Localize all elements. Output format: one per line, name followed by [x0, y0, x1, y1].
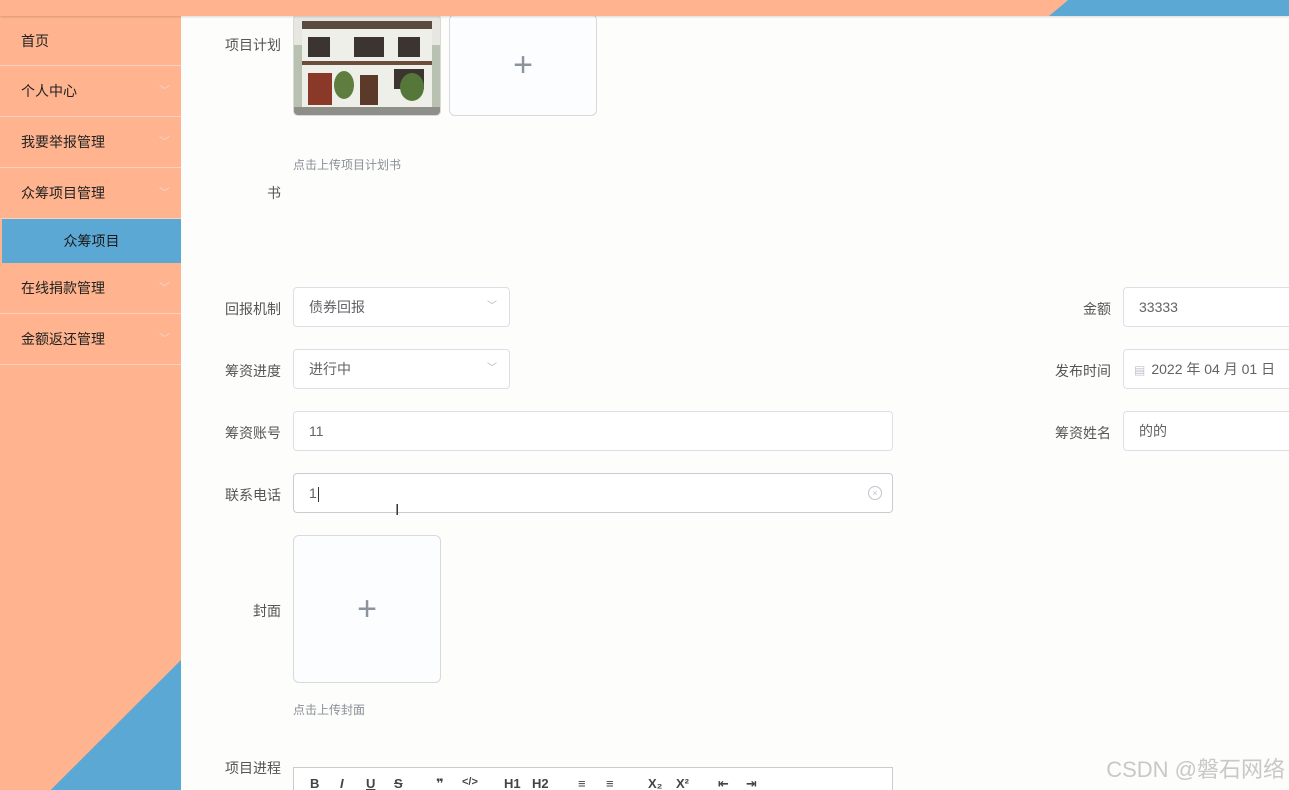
clear-icon[interactable]: × [868, 486, 882, 500]
fund-name-input[interactable]: 的的 [1123, 411, 1289, 451]
sidebar-item-label: 我要举报管理 [21, 134, 105, 150]
sidebar-item-donation[interactable]: 在线捐款管理 ﹀ [0, 263, 181, 314]
plan-label-continued: 书 [267, 185, 281, 201]
sidebar-item-label: 首页 [21, 33, 49, 49]
sidebar-item-home[interactable]: 首页 [0, 16, 181, 66]
account-label: 筹资账号 [225, 425, 281, 441]
process-label: 项目进程 [225, 760, 281, 776]
plan-image-thumbnail[interactable] [293, 14, 441, 116]
publish-time-value: 2022 年 04 月 01 日 [1151, 361, 1276, 377]
sidebar-item-crowdfunding[interactable]: 众筹项目管理 ﹀ [0, 168, 181, 219]
mouse-cursor-ibeam-icon: I [395, 502, 400, 519]
italic-button[interactable]: I [340, 776, 344, 790]
sidebar-subitem-crowdfunding-project[interactable]: 众筹项目 [2, 219, 181, 263]
cover-upload-tip: 点击上传封面 [293, 703, 366, 717]
plan-upload-tip: 点击上传项目计划书 [293, 158, 402, 172]
publish-time-picker[interactable]: ▤ 2022 年 04 月 01 日 [1123, 349, 1289, 389]
chevron-down-icon: ﹀ [487, 301, 497, 312]
sidebar-item-label: 众筹项目 [63, 233, 120, 249]
sidebar-corner-decoration [50, 660, 181, 790]
chevron-down-icon: ﹀ [159, 187, 170, 199]
heading2-button[interactable]: H2 [532, 776, 549, 790]
amount-label: 金额 [1083, 301, 1111, 317]
phone-input-value: 1 [309, 485, 317, 501]
sidebar-item-label: 金额返还管理 [21, 331, 105, 347]
reward-label: 回报机制 [225, 301, 281, 317]
chevron-down-icon: ﹀ [159, 85, 170, 97]
sidebar-item-label: 在线捐款管理 [21, 280, 105, 296]
chevron-down-icon: ﹀ [487, 363, 497, 374]
strike-button[interactable]: S [394, 776, 403, 790]
account-input[interactable]: 11 [293, 411, 893, 451]
watermark: CSDN @磐石网络 [1106, 757, 1285, 782]
code-button[interactable]: </> [462, 776, 478, 788]
fund-name-label: 筹资姓名 [1055, 425, 1111, 441]
progress-select-value: 进行中 [309, 361, 351, 377]
cover-upload-button[interactable]: + [293, 535, 441, 683]
publish-time-label: 发布时间 [1055, 363, 1111, 379]
cover-label: 封面 [253, 603, 281, 619]
plus-icon: + [357, 589, 377, 628]
quote-button[interactable]: ❞ [436, 776, 444, 790]
heading1-button[interactable]: H1 [504, 776, 521, 790]
sidebar-item-report[interactable]: 我要举报管理 ﹀ [0, 117, 181, 168]
superscript-button[interactable]: X² [676, 776, 689, 790]
amount-input[interactable]: 33333 [1123, 287, 1289, 327]
sidebar-item-label: 众筹项目管理 [21, 185, 105, 201]
plan-label: 项目计划 [225, 37, 281, 53]
top-bar-accent [1049, 0, 1289, 16]
sidebar: 首页 个人中心 ﹀ 我要举报管理 ﹀ 众筹项目管理 ﹀ 众筹项目 在线捐款管理 ﹀ 金额… [0, 16, 181, 790]
fund-name-input-value: 的的 [1139, 423, 1167, 439]
sidebar-item-profile[interactable]: 个人中心 ﹀ [0, 66, 181, 117]
bold-button[interactable]: B [310, 776, 319, 790]
indent-button[interactable]: ⇥ [746, 776, 757, 790]
phone-label: 联系电话 [225, 487, 281, 503]
text-caret [317, 486, 319, 502]
bullet-list-button[interactable]: ≡ [606, 776, 614, 790]
chevron-down-icon: ﹀ [159, 282, 170, 294]
chevron-down-icon: ﹀ [159, 136, 170, 148]
top-bar [0, 0, 1289, 16]
calendar-icon: ▤ [1134, 363, 1146, 377]
account-input-value: 11 [309, 423, 324, 439]
plan-upload-button[interactable]: + [449, 14, 597, 116]
outdent-button[interactable]: ⇤ [718, 776, 729, 790]
chevron-down-icon: ﹀ [159, 333, 170, 345]
progress-select[interactable]: 进行中 ﹀ [293, 349, 510, 389]
phone-input[interactable]: 1 × [293, 473, 893, 513]
amount-input-value: 33333 [1139, 299, 1178, 315]
underline-button[interactable]: U [366, 776, 375, 790]
subscript-button[interactable]: X₂ [648, 776, 662, 790]
progress-label: 筹资进度 [225, 363, 281, 379]
plus-icon: + [513, 45, 533, 84]
reward-select-value: 债券回报 [309, 299, 365, 315]
reward-select[interactable]: 债券回报 ﹀ [293, 287, 510, 327]
sidebar-item-label: 个人中心 [21, 83, 77, 99]
ordered-list-button[interactable]: ≡ [578, 776, 586, 790]
sidebar-item-refund[interactable]: 金额返还管理 ﹀ [0, 314, 181, 365]
rich-text-editor[interactable]: B I U S ❞ </> H1 H2 ≡ ≡ X₂ X² ⇤ ⇥ [293, 767, 893, 790]
